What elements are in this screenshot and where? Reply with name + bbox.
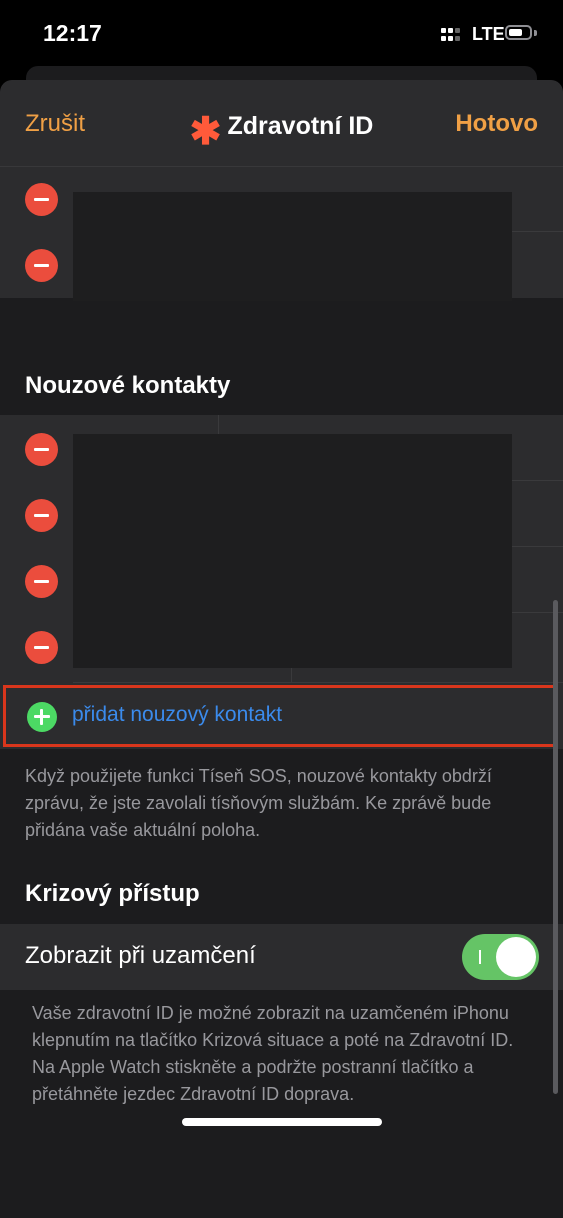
medical-id-sheet: Zrušit ✱ Zdravotní ID Hotovo Nouzové kont… xyxy=(0,80,563,1218)
remove-icon[interactable] xyxy=(25,565,58,598)
section-header-emergency-access: Krizový přístup xyxy=(25,880,200,907)
redacted-content xyxy=(73,192,512,301)
remove-icon[interactable] xyxy=(25,433,58,466)
show-when-locked-toggle[interactable] xyxy=(462,934,539,980)
redacted-content xyxy=(73,434,512,668)
scrollbar[interactable] xyxy=(553,600,558,1094)
status-bar: 12:17 LTE xyxy=(0,0,563,70)
emergency-access-footnote: Vaše zdravotní ID je možné zobrazit na u… xyxy=(32,1003,514,1104)
emergency-contacts-footnote: Když použijete funkci Tíseň SOS, nouzové… xyxy=(25,766,492,840)
home-indicator[interactable] xyxy=(182,1118,382,1126)
remove-icon[interactable] xyxy=(25,631,58,664)
highlight-box xyxy=(3,685,556,747)
remove-icon[interactable] xyxy=(25,499,58,532)
navigation-bar: Zrušit ✱ Zdravotní ID Hotovo xyxy=(0,80,563,167)
signal-icon xyxy=(441,28,465,44)
network-type: LTE xyxy=(472,24,505,44)
remove-icon[interactable] xyxy=(25,183,58,216)
section-header-emergency-contacts: Nouzové kontakty xyxy=(25,372,231,399)
status-time: 12:17 xyxy=(43,20,102,46)
remove-icon[interactable] xyxy=(25,249,58,282)
battery-icon xyxy=(505,25,532,40)
medical-star-icon: ✱ xyxy=(189,111,222,153)
show-when-locked-row: Zobrazit při uzamčení xyxy=(0,924,563,990)
show-when-locked-label: Zobrazit při uzamčení xyxy=(25,942,256,969)
done-button[interactable]: Hotovo xyxy=(455,110,538,138)
page-title-text: Zdravotní ID xyxy=(227,112,374,140)
